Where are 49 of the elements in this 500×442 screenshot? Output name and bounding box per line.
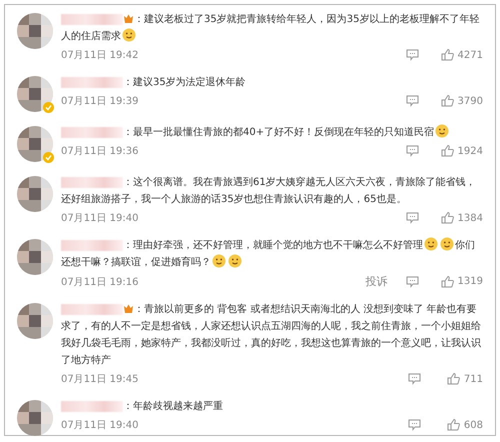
comment-icon[interactable] [406, 145, 419, 157]
like-count: 4271 [458, 50, 483, 60]
like-count: 1384 [458, 212, 483, 224]
emoji-icon [228, 254, 242, 268]
comment-text: ：年龄歧视越来越严重 [61, 398, 483, 415]
like-count: 3790 [458, 96, 483, 106]
emoji-icon [435, 124, 450, 138]
avatar[interactable] [17, 126, 53, 162]
avatar[interactable] [17, 239, 53, 275]
comment-time: 07月11日 19:36 [61, 145, 140, 158]
comment-time: 07月11日 19:45 [61, 373, 140, 386]
comment-icon[interactable] [406, 49, 419, 61]
comment-time: 07月11日 19:40 [61, 419, 140, 432]
emoji-icon [212, 254, 226, 268]
comment-icon[interactable] [408, 373, 421, 385]
avatar[interactable] [17, 400, 53, 436]
comment-text: ：这个很离谱。我在青旅遇到61岁大姨穿越无人区六天六夜，青旅除了能省钱，还好组旅游搭子，我一个人旅游的话35岁也想住青旅认识有趣的人，65也是。 [61, 176, 477, 207]
like-count: 711 [464, 374, 483, 384]
thumbs-up-icon[interactable] [446, 373, 460, 385]
emoji-icon [424, 237, 438, 251]
thumbs-up-icon[interactable] [440, 49, 454, 61]
avatar[interactable] [17, 13, 53, 49]
comment-icon[interactable] [406, 212, 419, 224]
comment-text: ：建议老板过了35岁就把青旅转给年轻人，因为35岁以上的老板理解不了年轻人的住店需求 [61, 12, 480, 44]
like-count: 1924 [458, 146, 483, 156]
comment-time: 07月11日 19:16 [61, 276, 140, 288]
comment-time: 07月11日 19:40 [61, 212, 140, 225]
emoji-icon [122, 28, 136, 42]
comment-icon[interactable] [406, 95, 419, 107]
avatar[interactable] [17, 76, 53, 112]
emoji-icon [440, 237, 454, 251]
comment-icon[interactable] [406, 276, 419, 288]
comment-time: 07月11日 19:42 [61, 49, 140, 62]
avatar[interactable] [17, 176, 53, 212]
thumbs-up-icon[interactable] [440, 212, 454, 224]
comment-text: ：青旅以前更多的 背包客 或者想结识天南海北的人 没想到变味了 年龄也有要求了，有的人不一定是想省钱，人家还想认识点五湖四海的人呢，我之前住青旅，一个小姐姐给我好几袋毛毛雨，她家特产，我都没听过，真的好吃，我想这也算青旅的一个意义吧，让我认识了地方特产 [61, 302, 482, 368]
thumbs-up-icon[interactable] [440, 95, 454, 107]
thumbs-up-icon[interactable] [440, 276, 454, 288]
thumbs-up-icon[interactable] [440, 145, 454, 157]
comment-text: ：最早一批最懂住青旅的都40+了好不好！反倒现在年轻的只知道民宿 [61, 124, 483, 141]
comment-time: 07月11日 19:39 [61, 95, 140, 108]
thumbs-up-icon[interactable] [446, 419, 460, 431]
like-count: 1319 [458, 276, 483, 287]
report-link[interactable]: 投诉 [366, 274, 388, 289]
comment-text: ：理由好牵强，还不好管理，就睡个觉的地方也不干嘛怎么不好管理 你们还想干嘛？搞联谊，促进婚育吗？ [61, 237, 483, 271]
like-count: 608 [464, 420, 483, 430]
avatar[interactable] [17, 303, 53, 339]
comment-text: ：建议35岁为法定退休年龄 [61, 74, 483, 91]
comment-icon[interactable] [408, 419, 421, 431]
